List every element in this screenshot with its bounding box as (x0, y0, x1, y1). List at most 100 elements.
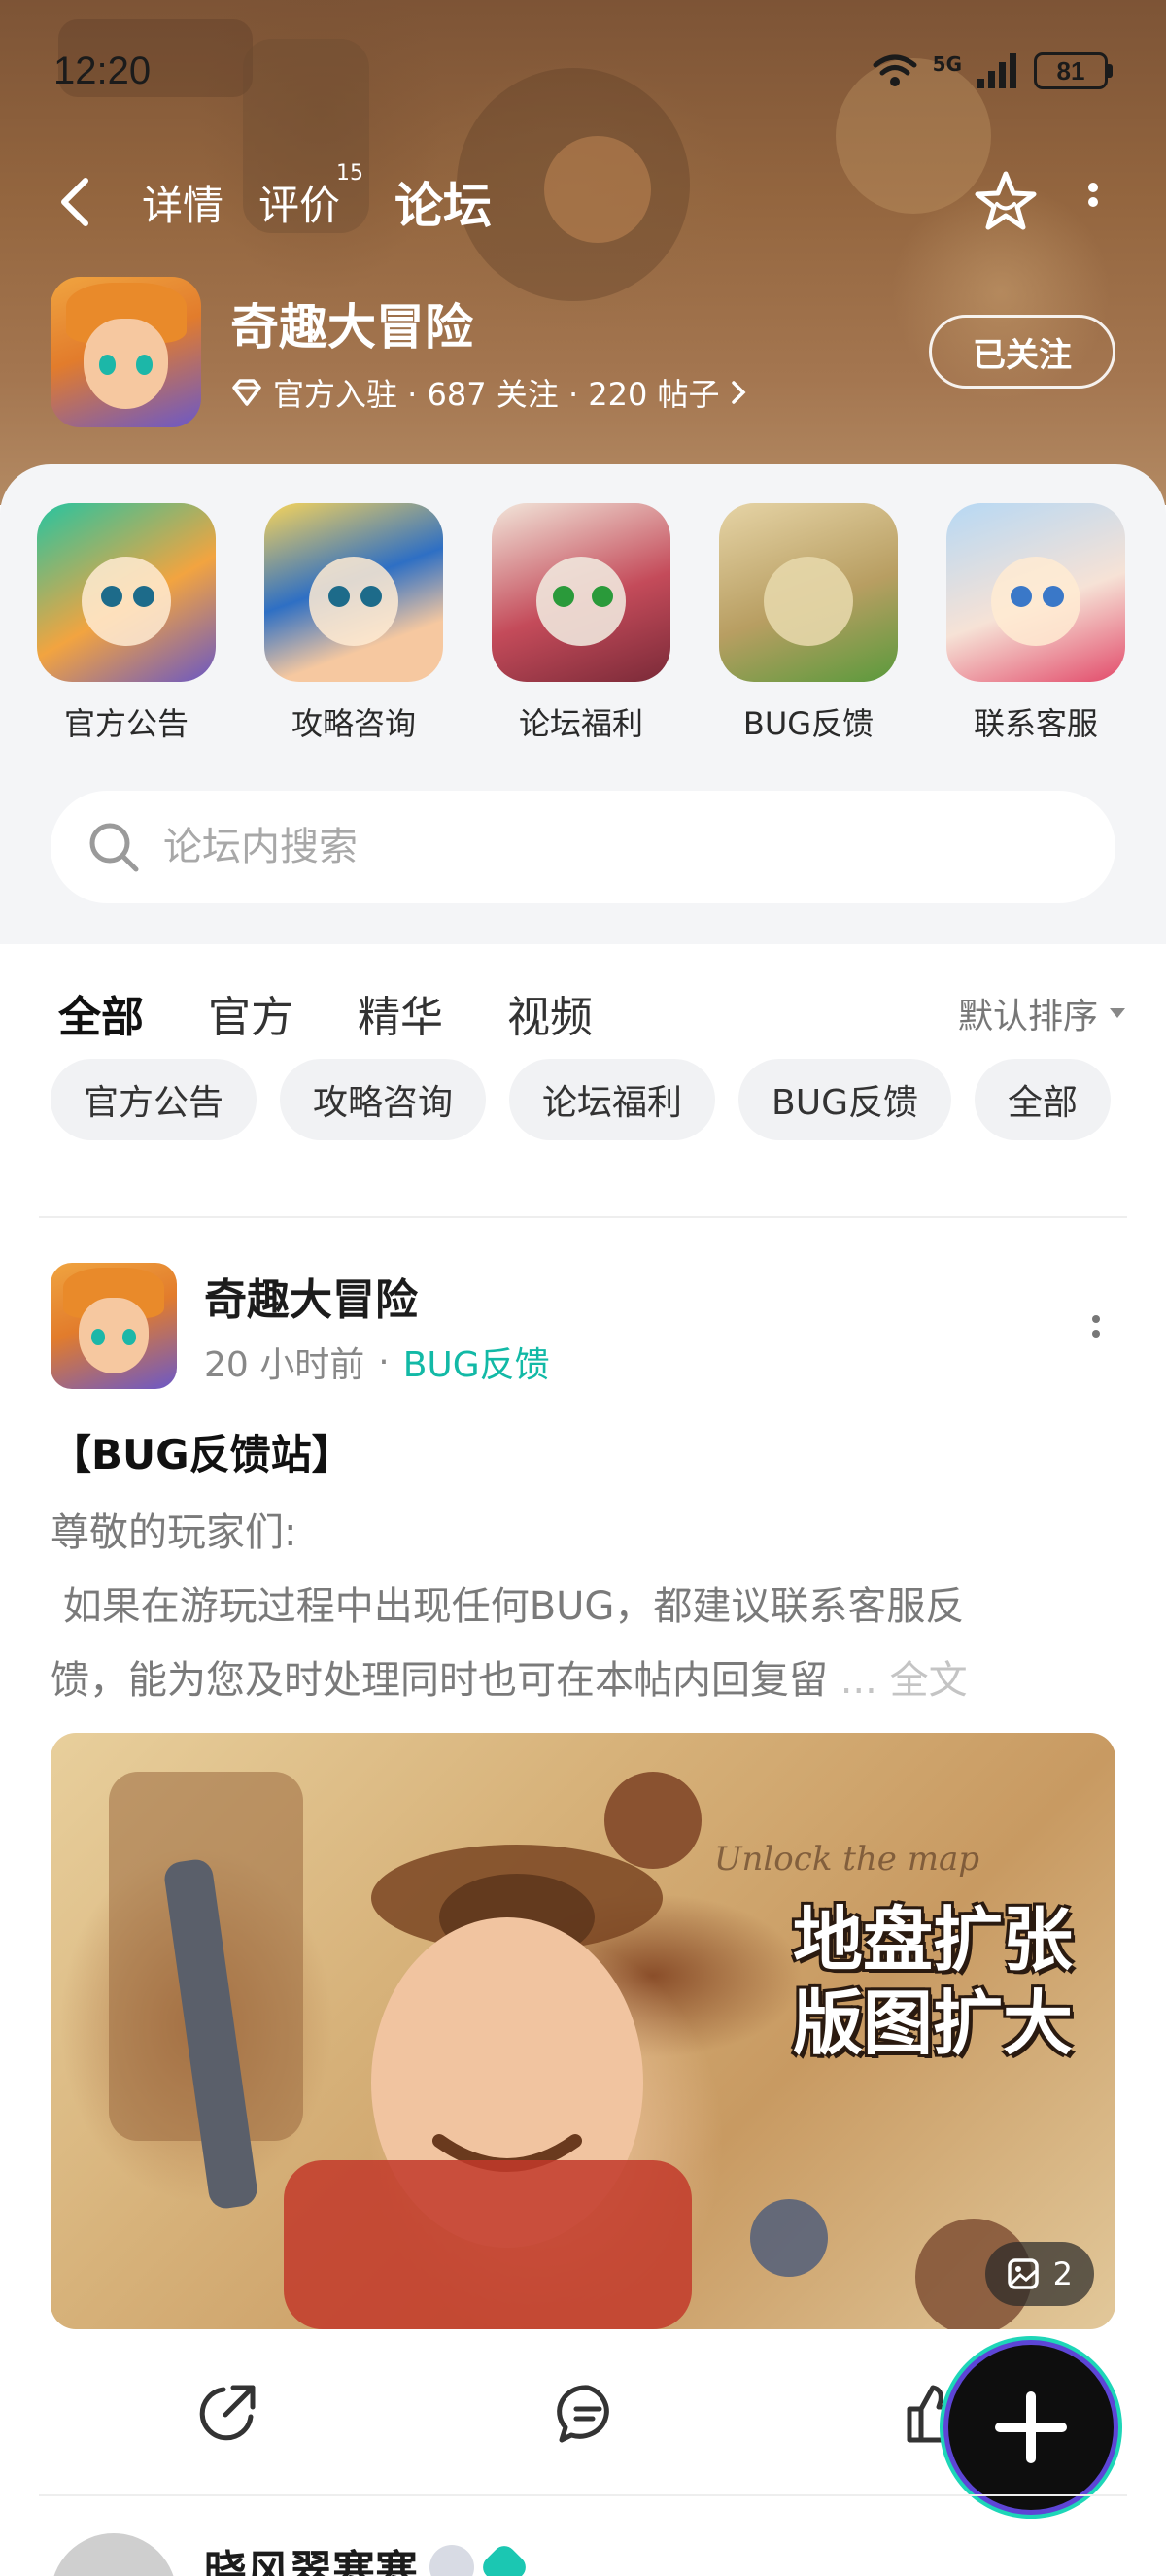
tab-details[interactable]: 详情 (142, 173, 223, 232)
comment-button[interactable] (544, 2370, 632, 2457)
post-body[interactable]: 尊敬的玩家们: 如果在游玩过程中出现任何BUG，都建议联系客服反 馈，能为您及时… (51, 1496, 1110, 1717)
search-icon (89, 823, 139, 872)
status-bar: 12:20 5G 81 (53, 47, 1113, 95)
chip-all[interactable]: 全部 (975, 1059, 1112, 1140)
chip-bug-report[interactable]: BUG反馈 (738, 1059, 951, 1140)
feed-tab-all[interactable]: 全部 (58, 982, 144, 1048)
status-time: 12:20 (53, 49, 152, 92)
tab-forum[interactable]: 论坛 (394, 167, 493, 243)
shortcut-image (37, 503, 216, 682)
shortcut-benefits[interactable]: 论坛福利 (492, 503, 670, 744)
post-image[interactable]: Unlock the map 地盘扩张 版图扩大 2 (51, 1733, 1115, 2329)
sort-triangle-icon (1110, 1008, 1125, 1018)
image-script-text: Unlock the map (713, 1840, 979, 1879)
verified-badge (478, 2541, 531, 2576)
chip-benefits[interactable]: 论坛福利 (509, 1059, 716, 1140)
wifi-icon (873, 54, 917, 86)
create-post-button[interactable] (948, 2345, 1114, 2510)
back-icon (61, 178, 88, 226)
tab-reviews[interactable]: 评价 15 (258, 161, 363, 232)
image-headline-line: 版图扩大 (792, 1983, 1073, 2064)
network-type: 5G (932, 52, 962, 76)
next-post-header: 晓风翠寒寒 (51, 2533, 531, 2576)
game-stats-text: 官方入驻 · 687 关注 · 220 帖子 (273, 376, 720, 413)
chevron-right-icon (731, 381, 746, 404)
post-category[interactable]: BUG反馈 (403, 1337, 550, 1387)
post-time: 20 小时前 (204, 1345, 365, 1385)
image-headline: 地盘扩张 版图扩大 (793, 1898, 1073, 2065)
author-avatar[interactable] (51, 1263, 177, 1389)
star-icon (975, 171, 1037, 230)
post-header: 奇趣大冒险 20 小时前 · BUG反馈 (51, 1263, 1115, 1389)
tab-reviews-label: 评价 (258, 181, 341, 229)
shortcut-label: 官方公告 (63, 705, 189, 742)
category-chips: 官方公告 攻略咨询 论坛福利 BUG反馈 全部 (51, 1059, 1166, 1140)
game-stats[interactable]: 官方入驻 · 687 关注 · 220 帖子 (230, 370, 929, 415)
divider (39, 1216, 1127, 1218)
post-body-line: 馈，能为您及时处理同时也可在本帖内回复留 ... 全文 (51, 1644, 1110, 1717)
more-menu-button[interactable] (1059, 163, 1127, 241)
image-count: 2 (1052, 2255, 1073, 2292)
comment-icon (557, 2385, 609, 2443)
battery-level: 81 (1056, 55, 1085, 85)
forum-shortcuts: 官方公告 攻略咨询 论坛福利 BUG反馈 联系客服 (37, 503, 1156, 744)
signal-icon (977, 53, 1016, 88)
read-full-link[interactable]: 全文 (890, 1658, 968, 1703)
plus-icon (995, 2391, 1067, 2463)
game-info-row: 奇趣大冒险 官方入驻 · 687 关注 · 220 帖子 已关注 (51, 274, 1115, 429)
shortcut-guides[interactable]: 攻略咨询 (264, 503, 443, 744)
divider (39, 2494, 1127, 2496)
game-header-banner: 12:20 5G 81 详情 评价 15 论坛 奇趣大冒险 官方入驻 · 687… (0, 0, 1166, 505)
shortcut-label: 论坛福利 (518, 705, 643, 742)
shortcut-label: BUG反馈 (742, 705, 874, 742)
battery-indicator: 81 (1034, 52, 1113, 89)
shortcut-image (946, 503, 1125, 682)
image-count-badge: 2 (984, 2242, 1094, 2306)
post-title[interactable]: 【BUG反馈站】 (51, 1422, 353, 1481)
post-body-line: 尊敬的玩家们: (51, 1510, 297, 1555)
sort-label: 默认排序 (957, 997, 1098, 1036)
forum-search-bar[interactable] (51, 791, 1115, 903)
sort-dropdown[interactable]: 默认排序 (958, 988, 1127, 1038)
share-button[interactable] (183, 2370, 270, 2457)
more-dot (1092, 1329, 1100, 1338)
more-dot (1092, 1314, 1100, 1323)
shortcut-bug-report[interactable]: BUG反馈 (719, 503, 898, 744)
post-body-line: 如果在游玩过程中出现任何BUG，都建议联系客服反 (51, 1584, 965, 1629)
tab-forum-label: 论坛 (394, 178, 493, 234)
share-icon (199, 2385, 256, 2441)
feed-tab-video[interactable]: 视频 (507, 982, 593, 1044)
shortcut-image (492, 503, 670, 682)
review-count-badge: 15 (336, 160, 364, 186)
chip-announcements[interactable]: 官方公告 (51, 1059, 257, 1140)
shortcut-label: 攻略咨询 (291, 705, 416, 742)
user-level-badge (429, 2545, 474, 2576)
image-icon (1007, 2258, 1039, 2289)
shortcut-image (264, 503, 443, 682)
shortcut-label: 联系客服 (973, 705, 1098, 742)
tab-details-label: 详情 (142, 181, 224, 229)
favorite-button[interactable] (972, 163, 1040, 241)
follow-button[interactable]: 已关注 (929, 315, 1115, 389)
game-title: 奇趣大冒险 (230, 299, 473, 356)
author-name[interactable]: 奇趣大冒险 (204, 1265, 1077, 1327)
ellipsis: ... (828, 1658, 890, 1703)
post-more-button[interactable] (1077, 1297, 1115, 1355)
image-headline-line: 地盘扩张 (792, 1899, 1073, 1981)
shortcut-image (719, 503, 898, 682)
search-input[interactable] (163, 825, 1038, 869)
game-icon[interactable] (51, 276, 201, 427)
back-button[interactable] (58, 163, 107, 241)
next-author-avatar[interactable] (51, 2533, 177, 2576)
feed-tab-official[interactable]: 官方 (208, 982, 293, 1044)
top-navigation: 详情 评价 15 论坛 (58, 161, 1127, 243)
shortcut-announcements[interactable]: 官方公告 (37, 503, 216, 744)
chip-guides[interactable]: 攻略咨询 (280, 1059, 487, 1140)
shortcut-customer-service[interactable]: 联系客服 (946, 503, 1125, 744)
diamond-icon (232, 379, 261, 406)
feed-tabs: 全部 官方 精华 视频 默认排序 (58, 979, 1127, 1048)
next-author-name[interactable]: 晓风翠寒寒 (204, 2536, 418, 2576)
more-vertical-icon (1088, 183, 1098, 207)
post-body-text: 馈，能为您及时处理同时也可在本帖内回复留 (51, 1658, 828, 1703)
feed-tab-featured[interactable]: 精华 (358, 982, 443, 1044)
